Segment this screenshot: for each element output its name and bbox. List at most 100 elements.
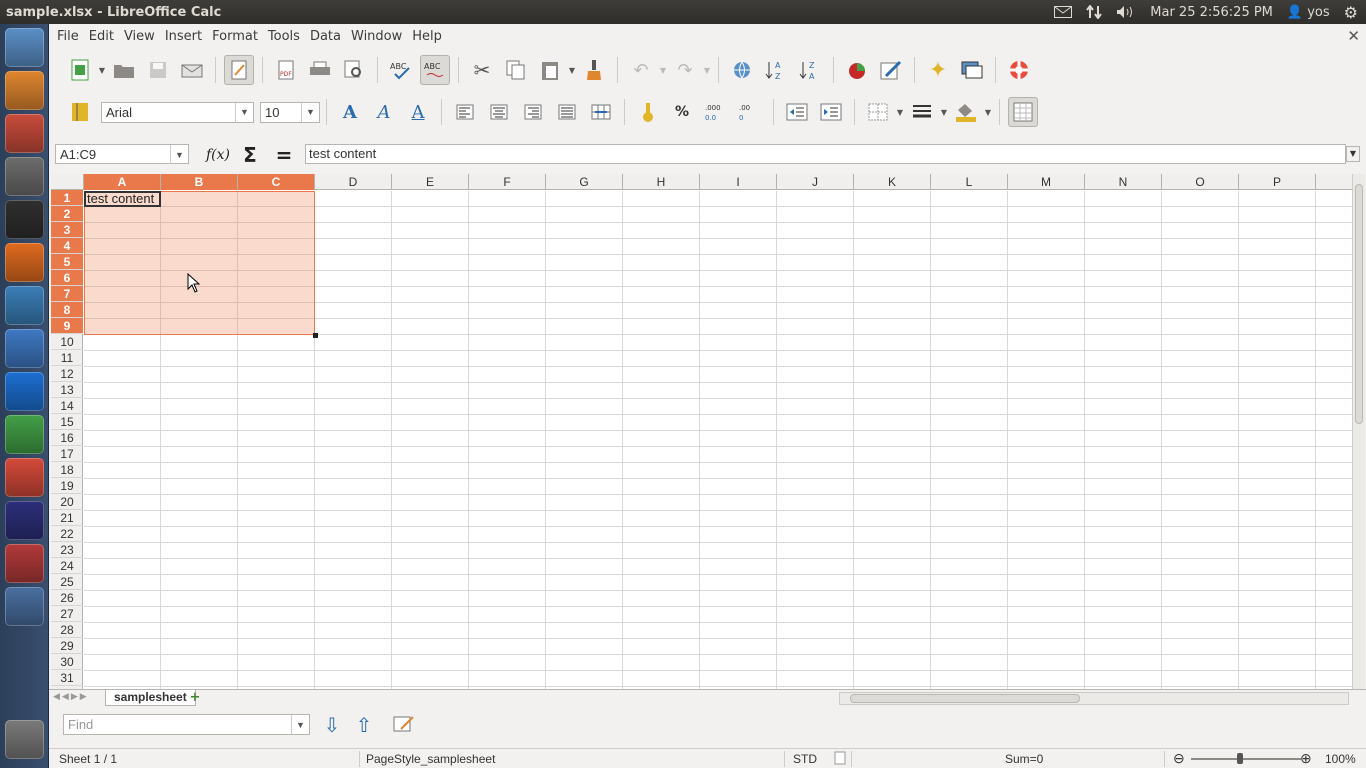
horizontal-scroll-thumb[interactable] bbox=[850, 694, 1080, 703]
column-header-j[interactable]: J bbox=[777, 174, 854, 190]
system-settings-icon[interactable] bbox=[5, 114, 44, 153]
column-header-l[interactable]: L bbox=[931, 174, 1008, 190]
find-previous-icon[interactable]: ⇧ bbox=[349, 710, 379, 740]
add-sheet-icon[interactable]: + bbox=[185, 691, 205, 705]
italic-icon[interactable]: A bbox=[369, 97, 399, 127]
files-icon[interactable] bbox=[5, 71, 44, 110]
menu-data[interactable]: Data bbox=[305, 29, 346, 44]
row-header-22[interactable]: 22 bbox=[51, 526, 83, 542]
increase-indent-icon[interactable] bbox=[816, 97, 846, 127]
horizontal-scrollbar[interactable] bbox=[839, 692, 1349, 705]
export-pdf-icon[interactable]: PDF bbox=[271, 55, 301, 85]
column-header-e[interactable]: E bbox=[392, 174, 469, 190]
status-zoom[interactable]: 100% bbox=[1325, 752, 1356, 766]
row-header-29[interactable]: 29 bbox=[51, 638, 83, 654]
sort-descending-icon[interactable]: ZA bbox=[795, 55, 825, 85]
sheet-tab-samplesheet[interactable]: samplesheet bbox=[105, 690, 196, 706]
align-left-icon[interactable] bbox=[450, 97, 480, 127]
column-header-k[interactable]: K bbox=[854, 174, 931, 190]
fill-handle[interactable] bbox=[313, 333, 318, 338]
function-wizard-icon[interactable]: f(x) bbox=[203, 140, 233, 170]
font-size-box[interactable]: 10 ▼ bbox=[260, 101, 320, 123]
navigator-icon[interactable]: ✦ bbox=[923, 55, 953, 85]
column-header-g[interactable]: G bbox=[546, 174, 623, 190]
row-header-30[interactable]: 30 bbox=[51, 654, 83, 670]
row-header-16[interactable]: 16 bbox=[51, 430, 83, 446]
autospellcheck-icon[interactable]: ABC bbox=[420, 55, 450, 85]
row-header-5[interactable]: 5 bbox=[51, 254, 83, 270]
row-header-19[interactable]: 19 bbox=[51, 478, 83, 494]
new-dropdown-icon[interactable]: ▼ bbox=[97, 66, 107, 75]
name-box[interactable]: A1:C9 ▼ bbox=[55, 144, 189, 164]
align-center-icon[interactable] bbox=[484, 97, 514, 127]
redo-icon[interactable]: ↷ bbox=[670, 55, 700, 85]
spreadsheet-grid[interactable]: ABCDEFGHIJKLMNOP 1 2 3 4 5 6 7 8 9 10 11 12 13 14 15 16… bbox=[51, 174, 1352, 689]
bold-icon[interactable]: A bbox=[335, 97, 365, 127]
font-name-box[interactable]: Arial ▼ bbox=[101, 101, 254, 123]
column-header-o[interactable]: O bbox=[1162, 174, 1239, 190]
zoom-in-icon[interactable]: ⊕ bbox=[1300, 750, 1312, 767]
dash-home-icon[interactable] bbox=[5, 28, 44, 67]
zoom-slider-handle[interactable] bbox=[1237, 753, 1243, 764]
column-header-n[interactable]: N bbox=[1085, 174, 1162, 190]
row-header-10[interactable]: 10 bbox=[51, 334, 83, 350]
status-page-style[interactable]: PageStyle_samplesheet bbox=[366, 752, 495, 766]
currency-format-icon[interactable] bbox=[633, 97, 663, 127]
email-document-icon[interactable] bbox=[177, 55, 207, 85]
background-color-icon[interactable] bbox=[951, 97, 981, 127]
help-lifebuoy-icon[interactable] bbox=[1004, 55, 1034, 85]
row-header-9[interactable]: 9 bbox=[51, 318, 83, 334]
border-style-icon[interactable] bbox=[907, 97, 937, 127]
row-header-25[interactable]: 25 bbox=[51, 574, 83, 590]
undo-icon[interactable]: ↶ bbox=[626, 55, 656, 85]
borders-dropdown-icon[interactable]: ▼ bbox=[895, 108, 905, 117]
zoom-out-icon[interactable]: ⊖ bbox=[1173, 750, 1185, 767]
find-replace-icon[interactable] bbox=[389, 710, 419, 740]
formula-input[interactable]: test content bbox=[305, 144, 1346, 164]
column-header-f[interactable]: F bbox=[469, 174, 546, 190]
justify-icon[interactable] bbox=[552, 97, 582, 127]
clone-formatting-icon[interactable] bbox=[579, 55, 609, 85]
menu-help[interactable]: Help bbox=[407, 29, 447, 44]
firefox-icon[interactable] bbox=[5, 243, 44, 282]
menu-view[interactable]: View bbox=[119, 29, 160, 44]
terminal-icon[interactable] bbox=[5, 200, 44, 239]
find-next-icon[interactable]: ⇩ bbox=[317, 710, 347, 740]
row-header-3[interactable]: 3 bbox=[51, 222, 83, 238]
cut-icon[interactable]: ✂ bbox=[467, 55, 497, 85]
menu-edit[interactable]: Edit bbox=[84, 29, 119, 44]
settings-gear-icon[interactable]: ⚙ bbox=[1344, 3, 1358, 22]
sum-icon[interactable]: Σ bbox=[235, 140, 265, 170]
hyperlink-icon[interactable] bbox=[727, 55, 757, 85]
column-header-d[interactable]: D bbox=[315, 174, 392, 190]
new-document-icon[interactable] bbox=[65, 55, 95, 85]
clock[interactable]: Mar 25 2:56:25 PM bbox=[1150, 5, 1273, 20]
vertical-scrollbar[interactable] bbox=[1352, 174, 1365, 689]
spellcheck-icon[interactable]: ABC bbox=[386, 55, 416, 85]
toggle-grid-lines-icon[interactable] bbox=[1008, 97, 1038, 127]
row-header-27[interactable]: 27 bbox=[51, 606, 83, 622]
name-box-dropdown-icon[interactable]: ▼ bbox=[170, 145, 188, 164]
row-header-14[interactable]: 14 bbox=[51, 398, 83, 414]
row-header-11[interactable]: 11 bbox=[51, 350, 83, 366]
sort-ascending-icon[interactable]: AZ bbox=[761, 55, 791, 85]
row-header-6[interactable]: 6 bbox=[51, 270, 83, 286]
column-header-b[interactable]: B bbox=[161, 174, 238, 190]
row-header-13[interactable]: 13 bbox=[51, 382, 83, 398]
cell-a1[interactable]: test content bbox=[87, 191, 154, 207]
row-header-8[interactable]: 8 bbox=[51, 302, 83, 318]
font-size-dropdown-icon[interactable]: ▼ bbox=[301, 102, 319, 122]
select-all-corner[interactable] bbox=[51, 174, 84, 190]
underline-icon[interactable]: A bbox=[403, 97, 433, 127]
paste-icon[interactable] bbox=[535, 55, 565, 85]
mysql-workbench-icon[interactable] bbox=[5, 286, 44, 325]
status-insert-mode[interactable]: STD bbox=[793, 752, 817, 766]
row-header-18[interactable]: 18 bbox=[51, 462, 83, 478]
add-decimal-icon[interactable]: .000 0.0 bbox=[701, 97, 731, 127]
row-header-2[interactable]: 2 bbox=[51, 206, 83, 222]
mail-icon[interactable] bbox=[1054, 6, 1073, 18]
delete-decimal-icon[interactable]: .00 0 bbox=[735, 97, 765, 127]
row-header-31[interactable]: 31 bbox=[51, 670, 83, 686]
insert-chart-icon[interactable] bbox=[842, 55, 872, 85]
user-menu[interactable]: 👤 yos bbox=[1287, 5, 1330, 20]
